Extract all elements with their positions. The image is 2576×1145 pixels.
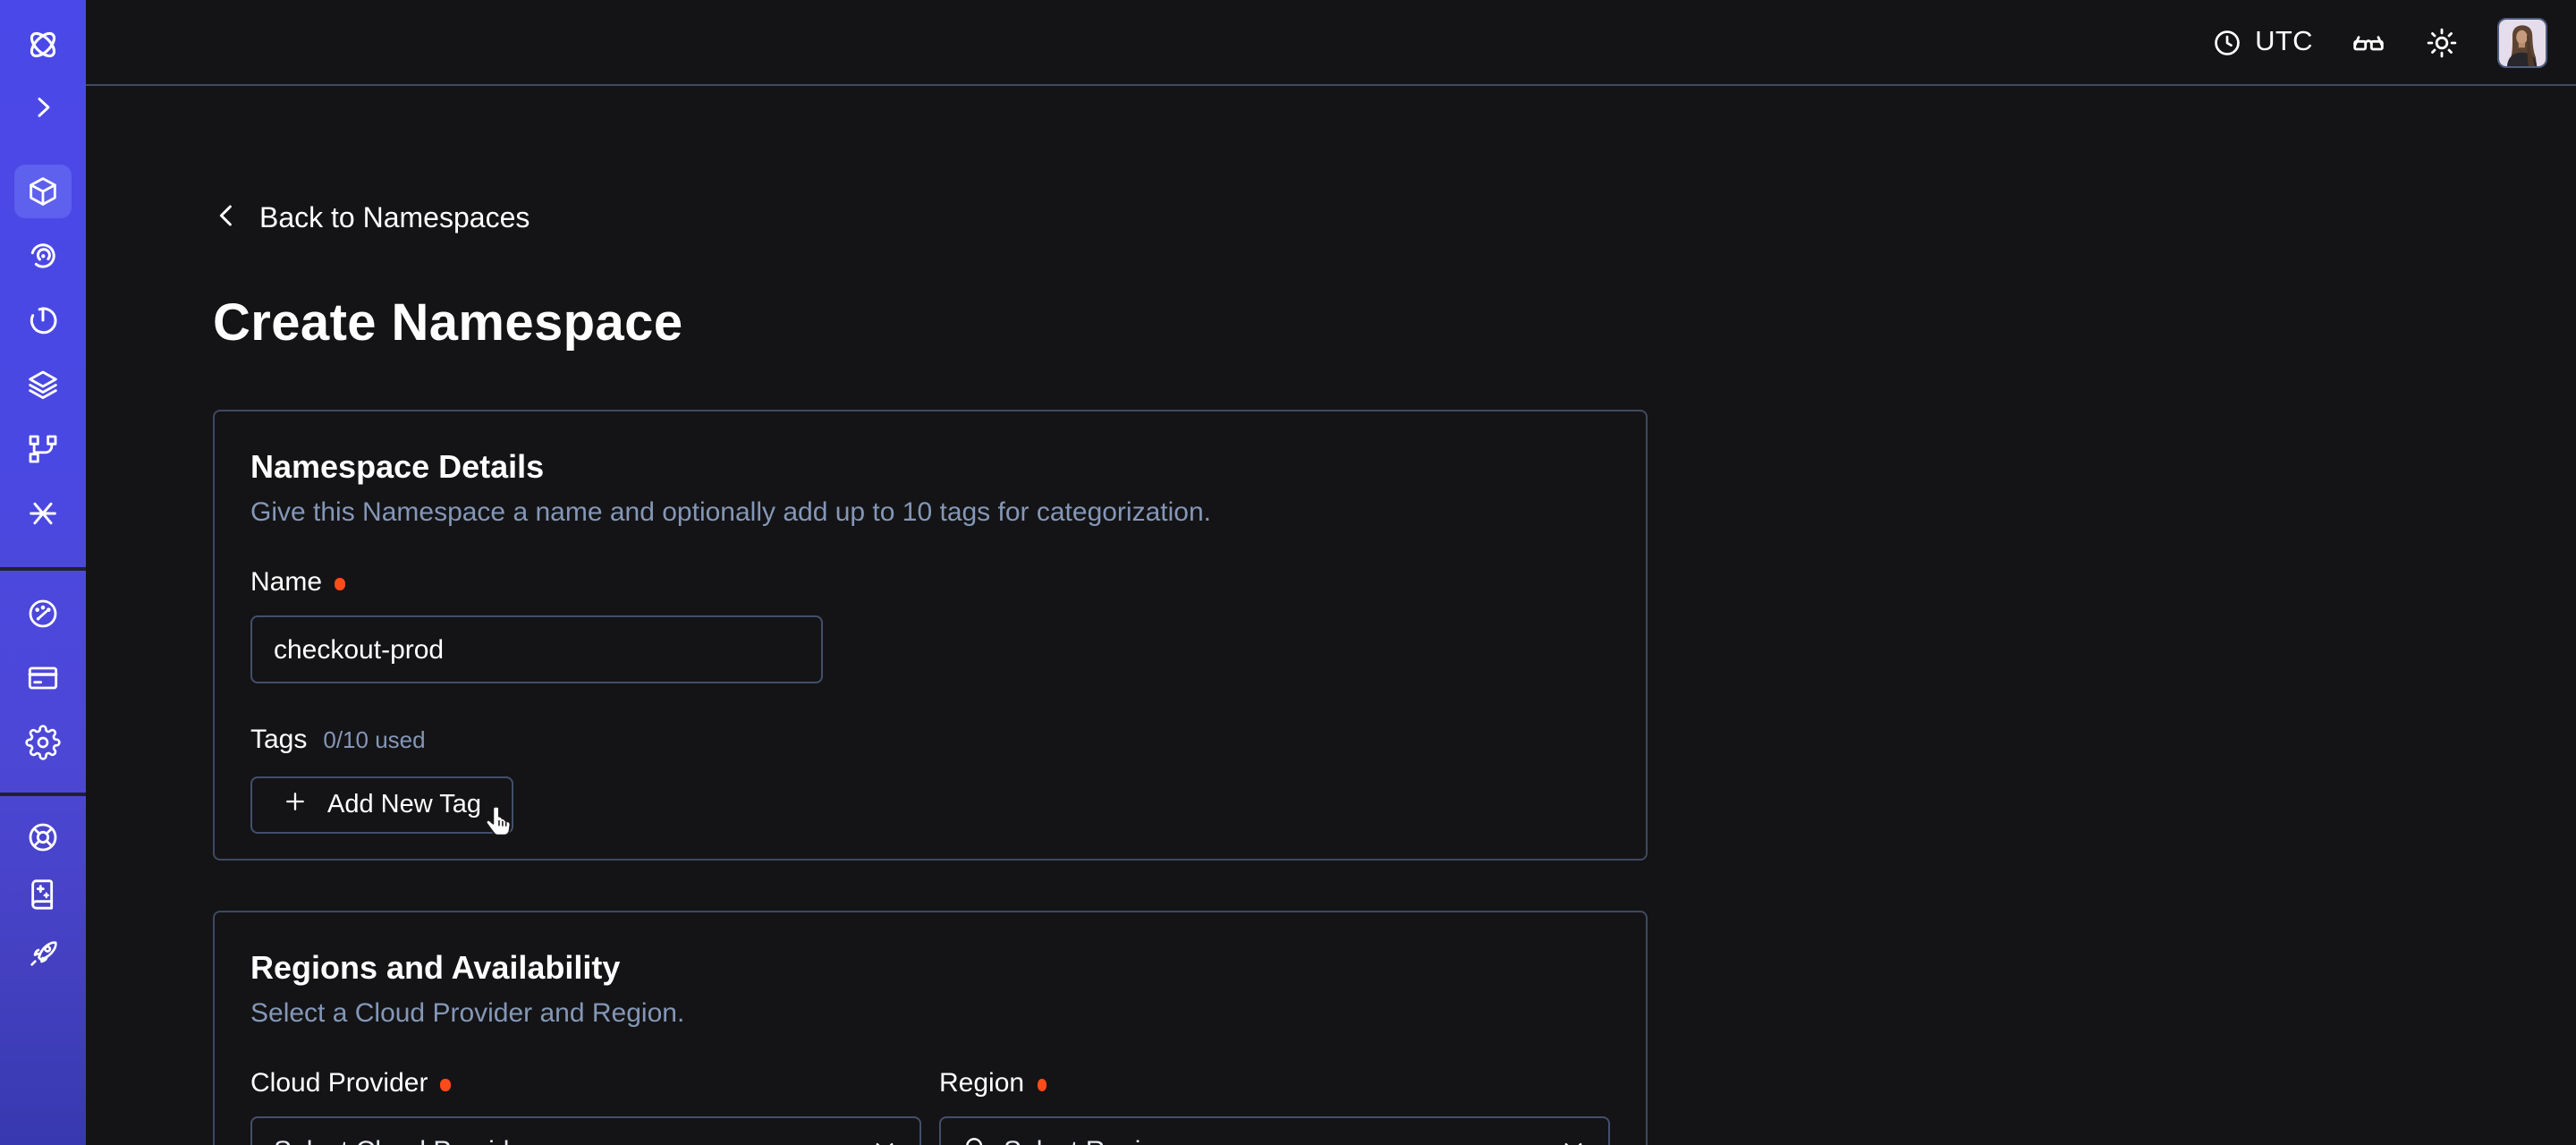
top-header: UTC (86, 0, 2576, 86)
cloud-provider-placeholder: Select Cloud Provider (274, 1135, 857, 1145)
required-dot (335, 579, 344, 590)
sidebar-item-settings[interactable] (14, 715, 72, 768)
chevron-left-icon (213, 202, 240, 238)
region-select[interactable]: Select Region (939, 1116, 1610, 1145)
add-new-tag-button[interactable]: Add New Tag (250, 776, 513, 834)
tags-count: 0/10 used (323, 726, 425, 753)
card-subtitle: Select a Cloud Provider and Region. (250, 995, 1610, 1032)
sidebar-item-getting-started[interactable] (14, 926, 72, 980)
app-window: UTC (0, 0, 2576, 1145)
name-label: Name (250, 567, 322, 599)
sidebar-item-usage[interactable] (14, 586, 72, 640)
card-title: Namespace Details (250, 445, 1610, 490)
cloud-provider-field: Cloud Provider Select Cloud Provider (250, 1068, 921, 1145)
sidebar-item-nexus[interactable] (14, 487, 72, 540)
region-placeholder: Select Region (1004, 1135, 1546, 1145)
temporal-logo-icon[interactable] (14, 18, 72, 72)
chevron-down-icon (1560, 1133, 1587, 1145)
page-title: Create Namespace (213, 290, 2576, 358)
region-label: Region (939, 1068, 1024, 1100)
cloud-provider-label-row: Cloud Provider (250, 1068, 921, 1100)
clock-icon (2210, 26, 2242, 58)
chevron-down-icon (871, 1133, 898, 1145)
back-to-namespaces-link[interactable]: Back to Namespaces (213, 202, 530, 238)
back-link-label: Back to Namespaces (259, 204, 530, 236)
sidebar-item-deployments[interactable] (14, 358, 72, 411)
sidebar-item-docs[interactable] (14, 867, 72, 920)
required-dot (440, 1080, 450, 1091)
cloud-provider-label: Cloud Provider (250, 1068, 428, 1100)
namespace-details-card: Namespace Details Give this Namespace a … (213, 410, 1648, 861)
required-dot (1037, 1080, 1046, 1091)
card-subtitle: Give this Namespace a name and optionall… (250, 494, 1610, 531)
search-icon (962, 1133, 989, 1145)
sidebar (0, 0, 86, 1145)
card-title: Regions and Availability (250, 946, 1610, 991)
region-field: Region Select Region (939, 1068, 1610, 1145)
name-field-label-row: Name (250, 567, 1610, 599)
expand-sidebar-chevron-icon[interactable] (14, 81, 72, 134)
sidebar-item-workflows[interactable] (14, 229, 72, 283)
cloud-provider-select[interactable]: Select Cloud Provider (250, 1116, 921, 1145)
labs-glasses-icon[interactable] (2351, 24, 2386, 60)
provider-region-row: Cloud Provider Select Cloud Provider Reg… (250, 1068, 1610, 1145)
add-new-tag-label: Add New Tag (327, 791, 481, 819)
sidebar-divider (0, 567, 86, 570)
sidebar-divider (0, 793, 86, 795)
region-label-row: Region (939, 1068, 1610, 1100)
timezone-label: UTC (2255, 26, 2313, 58)
user-avatar[interactable] (2497, 17, 2547, 67)
timezone-selector[interactable]: UTC (2210, 26, 2313, 58)
sidebar-item-namespaces[interactable] (14, 165, 72, 218)
namespace-name-input[interactable] (250, 615, 823, 683)
sidebar-item-support[interactable] (14, 810, 72, 863)
tags-label-row: Tags 0/10 used (250, 725, 1610, 755)
regions-availability-card: Regions and Availability Select a Cloud … (213, 911, 1648, 1145)
theme-sun-icon[interactable] (2424, 24, 2460, 60)
sidebar-item-schedules[interactable] (14, 293, 72, 347)
sidebar-item-batch-operations[interactable] (14, 422, 72, 476)
sidebar-item-billing[interactable] (14, 650, 72, 704)
plus-icon (283, 789, 308, 821)
tags-label: Tags (250, 725, 307, 755)
main-content: Back to Namespaces Create Namespace Name… (86, 86, 2576, 1145)
